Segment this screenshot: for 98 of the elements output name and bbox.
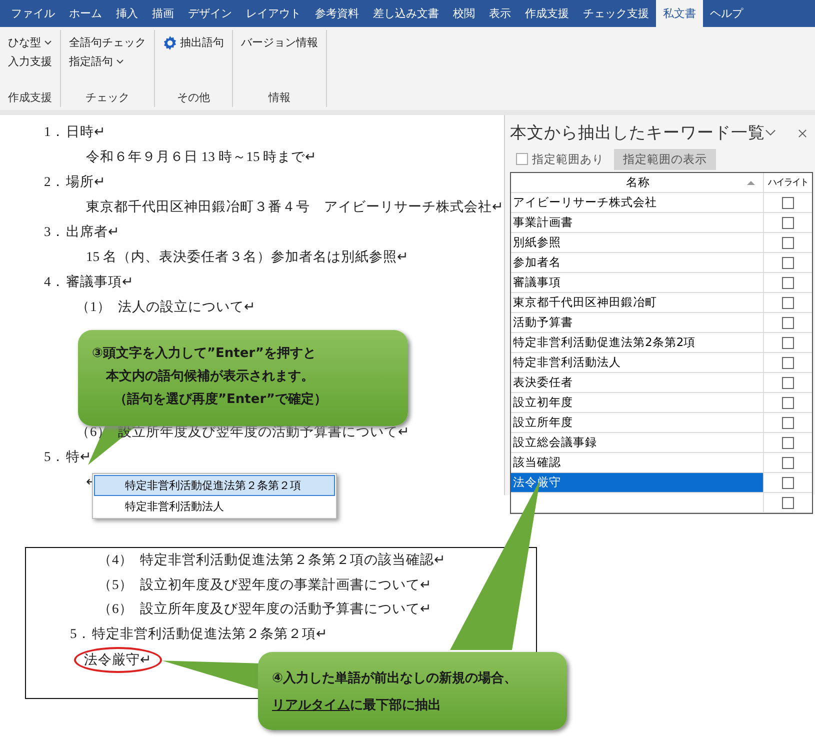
checkbox[interactable] — [516, 153, 528, 165]
ribbon-tab[interactable]: 参考資料 — [308, 0, 366, 27]
ribbon-button[interactable]: 抽出語句 — [163, 34, 224, 51]
highlight-checkbox[interactable] — [782, 416, 794, 428]
document-text: 法人の設立について↵ — [118, 298, 256, 316]
highlight-checkbox[interactable] — [782, 316, 794, 328]
highlight-checkbox[interactable] — [782, 276, 794, 288]
caret-icon — [116, 59, 124, 64]
keyword-cell[interactable]: 設立初年度 — [511, 393, 764, 412]
list-number: （1） — [76, 298, 112, 316]
callout-text: ③頭文字を入力して”Enter”を押すと — [91, 344, 317, 363]
caret-icon — [44, 40, 52, 45]
ribbon-tab[interactable]: ファイル — [4, 0, 62, 27]
group-label: 情報 — [267, 90, 292, 105]
highlight-checkbox[interactable] — [782, 496, 794, 508]
ribbon-tab[interactable]: 差し込み文書 — [366, 0, 446, 27]
callout-text: リアルタイムに最下部に抽出 — [272, 696, 442, 715]
highlight-checkbox[interactable] — [782, 476, 794, 488]
suggestion-item[interactable]: 特定非営利活動促進法第２条第２項 — [94, 475, 335, 496]
document-text: 特↵ — [66, 448, 92, 466]
ribbon-tab[interactable]: レイアウト — [239, 0, 308, 27]
document-text: 特定非営利活動促進法第２条第２項↵ — [92, 624, 328, 642]
keyword-cell[interactable]: アイビーリサーチ株式会社 — [511, 193, 764, 212]
highlight-checkbox[interactable] — [782, 396, 794, 408]
list-number: 2． — [44, 173, 66, 191]
gear-icon — [163, 36, 177, 50]
list-number: （5） — [98, 576, 134, 594]
highlight-checkbox[interactable] — [782, 196, 794, 208]
highlight-checkbox[interactable] — [782, 376, 794, 388]
highlight-checkbox[interactable] — [782, 336, 794, 348]
keyword-cell[interactable]: 事業計画書 — [511, 213, 764, 232]
keyword-cell[interactable]: 設立総会議事録 — [511, 433, 764, 452]
keyword-cell[interactable]: 別紙参照 — [511, 233, 764, 252]
highlight-checkbox[interactable] — [782, 216, 794, 228]
document-text: 15 名（内、表決委任者３名）参加者名は別紙参照↵ — [86, 248, 409, 266]
ribbon-tab[interactable]: ホーム — [62, 0, 109, 27]
list-number: 5． — [44, 448, 66, 466]
document-text: 設立所年度及び翌年度の活動予算書について↵ — [140, 600, 432, 618]
ribbon-button[interactable]: 入力支援 — [8, 53, 52, 70]
list-number: 3． — [44, 223, 66, 241]
group-label: チェック — [84, 90, 130, 105]
keyword-cell[interactable]: 参加者名 — [511, 253, 764, 272]
keyword-cell[interactable]: 特定非営利活動促進法第2条第2項 — [511, 333, 764, 352]
document-text: 場所↵ — [66, 173, 106, 191]
keyword-cell[interactable]: 表決委任者 — [511, 373, 764, 392]
close-icon[interactable] — [798, 128, 807, 138]
chevron-icon[interactable] — [765, 129, 776, 137]
keyword-cell[interactable]: 活動予算書 — [511, 313, 764, 332]
column-header[interactable]: ハイライト — [764, 173, 812, 192]
document-text: 設立初年度及び翌年度の事業計画書について↵ — [140, 576, 432, 594]
list-number: （6） — [98, 600, 134, 618]
list-number: 1． — [44, 123, 66, 141]
group-label: その他 — [176, 90, 211, 105]
callout-text: （語句を選び再度”Enter”で確定） — [113, 390, 328, 409]
highlight-checkbox[interactable] — [782, 436, 794, 448]
keyword-cell[interactable]: 該当確認 — [511, 453, 764, 472]
ribbon-button[interactable]: 指定語句 — [69, 53, 146, 70]
list-number: （4） — [98, 551, 134, 569]
highlight-checkbox[interactable] — [782, 456, 794, 468]
list-number: （6） — [76, 423, 112, 441]
checkbox-label: 指定範囲あり — [532, 152, 604, 166]
callout-text: ④入力した単語が前出なしの新規の場合、 — [272, 670, 518, 688]
ribbon-tab[interactable]: 挿入 — [109, 0, 145, 27]
document-text: 特定非営利活動促進法第２条第２項の該当確認↵ — [140, 551, 446, 569]
keyword-cell[interactable]: 特定非営利活動法人 — [511, 353, 764, 372]
sort-icon — [747, 180, 755, 185]
keyword-cell[interactable]: 審議事項 — [511, 273, 764, 292]
highlight-checkbox[interactable] — [782, 356, 794, 368]
highlight-checkbox[interactable] — [782, 296, 794, 308]
ribbon-tab[interactable]: 描画 — [145, 0, 181, 27]
ribbon-button[interactable]: 全語句チェック — [69, 34, 146, 51]
ribbon-tab[interactable]: ヘルプ — [703, 0, 750, 27]
column-header[interactable]: 名称 — [511, 173, 764, 192]
ribbon-tab[interactable]: 私文書 — [656, 0, 703, 27]
ribbon-button[interactable]: ひな型 — [8, 34, 52, 51]
ribbon-tab[interactable]: 作成支援 — [518, 0, 576, 27]
circled-text: 法令厳守↵ — [74, 647, 162, 673]
document-text: 令和６年９月６日 13 時～15 時まで↵ — [86, 148, 318, 166]
suggestion-item[interactable]: 特定非営利活動法人 — [94, 496, 335, 517]
list-number: 5． — [70, 624, 92, 642]
ribbon-tab[interactable]: 校閲 — [446, 0, 482, 27]
ribbon-tab[interactable]: デザイン — [181, 0, 239, 27]
document-text: 東京都千代田区神田鍛冶町３番４号 アイビーリサーチ株式会社↵ — [86, 198, 504, 216]
document-text: 審議事項↵ — [66, 273, 134, 291]
document-text: 出席者↵ — [66, 223, 120, 241]
highlight-checkbox[interactable] — [782, 256, 794, 268]
keyword-cell[interactable]: 東京都千代田区神田鍛冶町 — [511, 293, 764, 312]
highlight-checkbox[interactable] — [782, 236, 794, 248]
document-text: 日時↵ — [66, 123, 106, 141]
list-number: 4． — [44, 273, 66, 291]
ribbon-tab[interactable]: 表示 — [482, 0, 518, 27]
ribbon-tab[interactable]: チェック支援 — [576, 0, 656, 27]
group-label: 作成支援 — [8, 90, 52, 105]
show-range-button[interactable]: 指定範囲の表示 — [614, 148, 716, 170]
ribbon-button[interactable]: バージョン情報 — [241, 34, 318, 51]
callout-text: 本文内の語句候補が表示されます。 — [104, 368, 315, 386]
pane-title: 本文から抽出したキーワード一覧 — [510, 122, 765, 144]
keyword-cell[interactable]: 設立所年度 — [511, 413, 764, 432]
